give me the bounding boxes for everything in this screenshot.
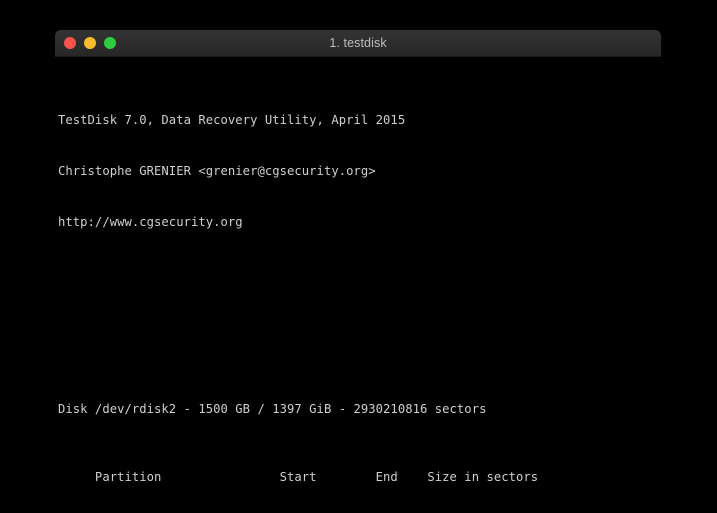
- author-line: Christophe GRENIER <grenier@cgsecurity.o…: [58, 163, 661, 180]
- website-line: http://www.cgsecurity.org: [58, 214, 661, 231]
- screen: 1. testdisk TestDisk 7.0, Data Recovery …: [0, 0, 717, 513]
- app-version-line: TestDisk 7.0, Data Recovery Utility, Apr…: [58, 112, 661, 129]
- window-title: 1. testdisk: [55, 30, 661, 56]
- disk-info-line: Disk /dev/rdisk2 - 1500 GB / 1397 GiB - …: [58, 401, 661, 418]
- spacer-1: [58, 282, 661, 299]
- table-header-row: Partition Start End Size in sectors: [58, 469, 661, 486]
- terminal-window: 1. testdisk TestDisk 7.0, Data Recovery …: [55, 30, 661, 490]
- terminal-content[interactable]: TestDisk 7.0, Data Recovery Utility, Apr…: [55, 57, 661, 491]
- window-title-bar[interactable]: 1. testdisk: [55, 30, 661, 57]
- spacer-2: [58, 333, 661, 350]
